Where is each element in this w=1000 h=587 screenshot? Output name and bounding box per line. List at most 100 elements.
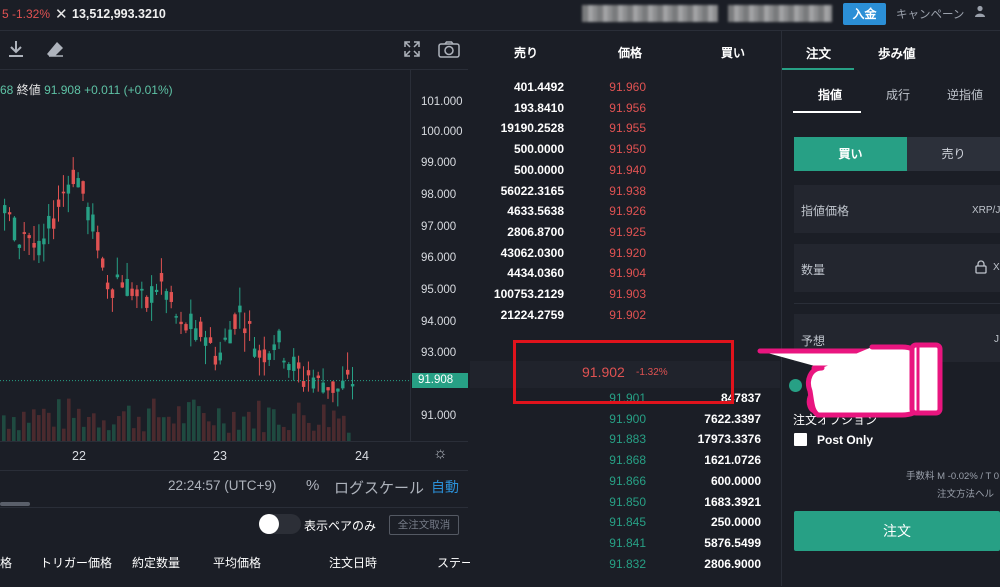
deposit-button[interactable]: 入金 (843, 3, 886, 25)
bid-price: 91.866 (609, 473, 646, 488)
bid-row[interactable]: 91.832 2806.9000 (470, 557, 780, 578)
user-icon[interactable] (974, 5, 986, 20)
candle-body (130, 288, 134, 296)
tab-limit[interactable]: 指値 (818, 86, 842, 103)
price-header: 価格 (618, 46, 643, 60)
volume-bar (117, 416, 121, 441)
tab-stop[interactable]: 逆指値 (947, 86, 983, 103)
buy-tab[interactable]: 買い (794, 137, 907, 171)
settings-icon[interactable]: ☼ (433, 445, 448, 463)
post-only-checkbox[interactable] (794, 433, 807, 446)
ask-qty: 2806.8700 (507, 224, 564, 239)
campaign-link[interactable]: キャンペーン (896, 6, 964, 22)
quantity-label: 数量 (801, 263, 826, 277)
bid-row[interactable]: 91.868 1621.0726 (470, 453, 780, 474)
volume-bar (177, 406, 181, 441)
post-only-label: Post Only (817, 433, 874, 447)
ask-price: 91.902 (609, 307, 646, 322)
candle-body (267, 353, 271, 360)
tab-order[interactable]: 注文 (806, 43, 831, 62)
log-scale-button[interactable]: ログスケール (334, 477, 424, 498)
price-tick: 91.000 (421, 410, 457, 422)
volume-bar (212, 425, 216, 441)
ask-row[interactable]: 56022.3165 91.938 (470, 184, 780, 205)
ask-row[interactable]: 21224.2759 91.902 (470, 308, 780, 329)
ask-row[interactable]: 193.8410 91.956 (470, 101, 780, 122)
scrollbar[interactable] (0, 502, 30, 506)
eraser-icon[interactable] (46, 41, 64, 62)
ask-qty: 401.4492 (513, 80, 564, 94)
date-tick: 24 (355, 449, 369, 463)
volume-bar (347, 432, 351, 441)
bid-qty: 2806.9000 (704, 556, 761, 571)
download-icon[interactable] (8, 40, 24, 63)
ask-qty: 500.0000 (513, 142, 564, 157)
ask-price: 91.940 (609, 162, 646, 177)
volume-bar (102, 420, 106, 441)
fullscreen-icon[interactable] (404, 41, 420, 62)
volume-bar (342, 415, 346, 441)
bid-row[interactable]: 91.866 600.0000 (470, 474, 780, 495)
price-tick: 93.000 (421, 347, 457, 359)
toggle-knob[interactable] (259, 514, 279, 534)
cancel-all-button[interactable]: 全注文取消 (389, 515, 459, 535)
lock-icon[interactable] (975, 260, 987, 279)
volume-bar (197, 406, 201, 441)
candle-body (7, 212, 12, 215)
volume-bar (62, 428, 66, 441)
bid-price: 91.850 (609, 494, 646, 509)
ask-row[interactable]: 4434.0360 91.904 (470, 266, 780, 287)
highlight-box (513, 340, 734, 404)
bid-row[interactable]: 91.850 1683.3921 (470, 495, 780, 516)
candle-body (37, 240, 41, 256)
volume-bar (77, 408, 81, 441)
limit-price-unit: XRP/J (972, 205, 1000, 216)
date-tick: 22 (72, 449, 86, 463)
volume-bar (167, 416, 171, 441)
volume-bar (317, 424, 321, 441)
ask-row[interactable]: 2806.8700 91.925 (470, 225, 780, 246)
auto-scale-button[interactable]: 自動 (431, 477, 459, 497)
ask-row[interactable]: 19190.2528 91.955 (470, 121, 780, 142)
candle-body (96, 232, 100, 251)
tab-trades[interactable]: 歩み値 (878, 43, 916, 62)
volume-bar (92, 413, 96, 441)
volume-bar (27, 422, 31, 441)
candle-body (56, 199, 61, 207)
ask-row[interactable]: 401.4492 91.960 (470, 80, 780, 101)
ask-row[interactable]: 4633.5638 91.926 (470, 204, 780, 225)
bid-price: 91.845 (609, 515, 646, 530)
bid-row[interactable]: 91.841 5876.5499 (470, 536, 780, 557)
quantity-unit: X (993, 262, 1000, 273)
camera-icon[interactable] (438, 41, 460, 63)
volume-bar (17, 430, 21, 441)
ask-price: 91.904 (609, 266, 646, 281)
volume-bar (287, 430, 291, 441)
ask-row[interactable]: 43062.0300 91.920 (470, 246, 780, 267)
how-to-link[interactable]: 注文方法ヘル (937, 486, 994, 500)
candle-body (252, 348, 257, 357)
volume-bar (172, 423, 176, 441)
volume-bar (122, 411, 126, 441)
submit-order-button[interactable]: 注文 (794, 511, 1000, 551)
sell-tab[interactable]: 売り (907, 137, 1000, 171)
ask-row[interactable]: 100753.2129 91.903 (470, 287, 780, 308)
candle-body (22, 232, 26, 234)
candlestick-chart[interactable] (0, 69, 410, 441)
ask-row[interactable]: 500.0000 91.950 (470, 142, 780, 163)
bid-row[interactable]: 91.900 7622.3397 (470, 412, 780, 433)
volume-bar (157, 417, 161, 441)
bid-row[interactable]: 91.845 250.0000 (470, 515, 780, 536)
tab-market[interactable]: 成行 (886, 86, 910, 103)
volume-bar (267, 407, 271, 441)
bid-row[interactable]: 91.883 17973.3376 (470, 432, 780, 453)
candle-body (262, 349, 267, 363)
volume-bar (12, 417, 16, 441)
fee-label: 手数料 M -0.02% / T 0 (906, 471, 1000, 482)
bid-qty: 5876.5499 (704, 535, 761, 550)
percent-scale-button[interactable]: % (306, 477, 319, 494)
candle-body (341, 380, 345, 389)
ask-row[interactable]: 500.0000 91.940 (470, 163, 780, 184)
candle-body (42, 238, 46, 245)
bid-qty: 17973.3376 (697, 432, 761, 447)
